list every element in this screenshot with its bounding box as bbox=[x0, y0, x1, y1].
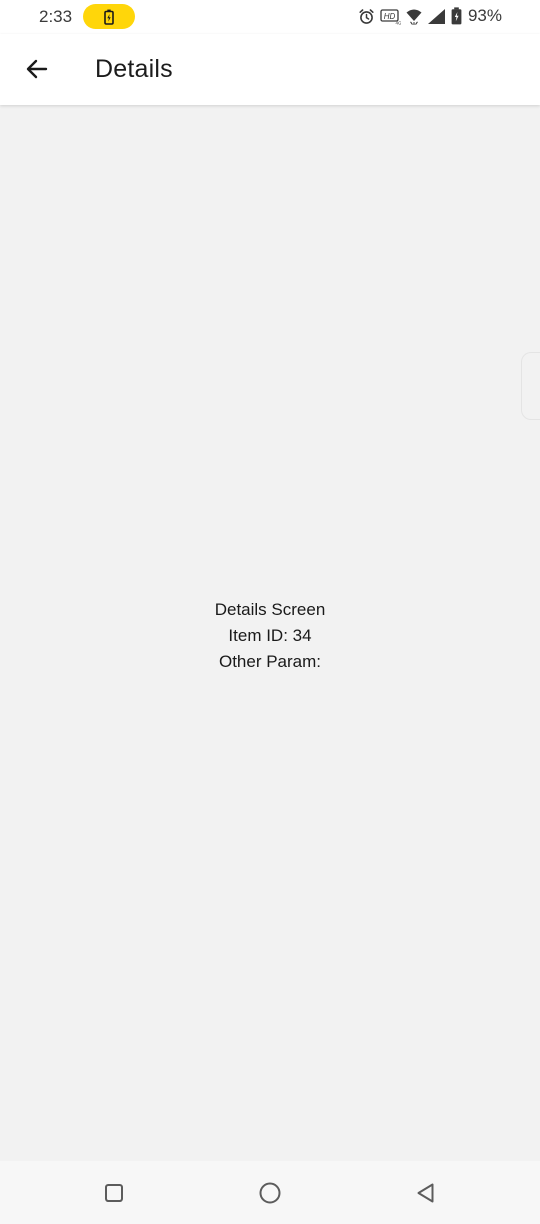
item-id-label: Item ID: 34 bbox=[228, 626, 312, 645]
svg-text:HD: HD bbox=[384, 11, 396, 20]
arrow-left-icon bbox=[24, 56, 50, 82]
back-button[interactable] bbox=[14, 46, 60, 92]
other-param-label: Other Param: bbox=[218, 652, 322, 671]
status-time: 2:33 bbox=[39, 7, 73, 26]
signal-icon bbox=[427, 8, 446, 25]
details-text-block: Details Screen Item ID: 34 Other Param: bbox=[0, 597, 540, 675]
recents-button[interactable] bbox=[99, 1178, 129, 1208]
edge-panel-handle[interactable] bbox=[521, 352, 540, 420]
svg-text:4G: 4G bbox=[395, 20, 401, 25]
details-content: Details Screen Item ID: 34 Other Param: bbox=[0, 105, 540, 1161]
alarm-icon bbox=[358, 8, 375, 25]
details-screen-label: Details Screen bbox=[214, 600, 326, 619]
back-triangle-icon bbox=[415, 1182, 437, 1204]
wifi-icon bbox=[406, 8, 422, 25]
system-navigation-bar bbox=[0, 1161, 540, 1224]
status-icons: HD 4G 93% bbox=[358, 5, 502, 27]
charging-battery-icon bbox=[103, 9, 115, 25]
home-button[interactable] bbox=[255, 1178, 285, 1208]
system-back-button[interactable] bbox=[411, 1178, 441, 1208]
hd-volte-icon: HD 4G bbox=[380, 8, 401, 25]
app-bar: Details bbox=[0, 34, 540, 105]
battery-icon bbox=[451, 7, 462, 25]
home-circle-icon bbox=[258, 1181, 282, 1205]
page-title: Details bbox=[95, 55, 173, 83]
battery-percent: 93% bbox=[467, 6, 502, 25]
recents-square-icon bbox=[104, 1183, 124, 1203]
status-bar: 2:33 HD 4G 93% bbox=[0, 0, 540, 34]
charging-indicator-pill bbox=[83, 4, 135, 29]
